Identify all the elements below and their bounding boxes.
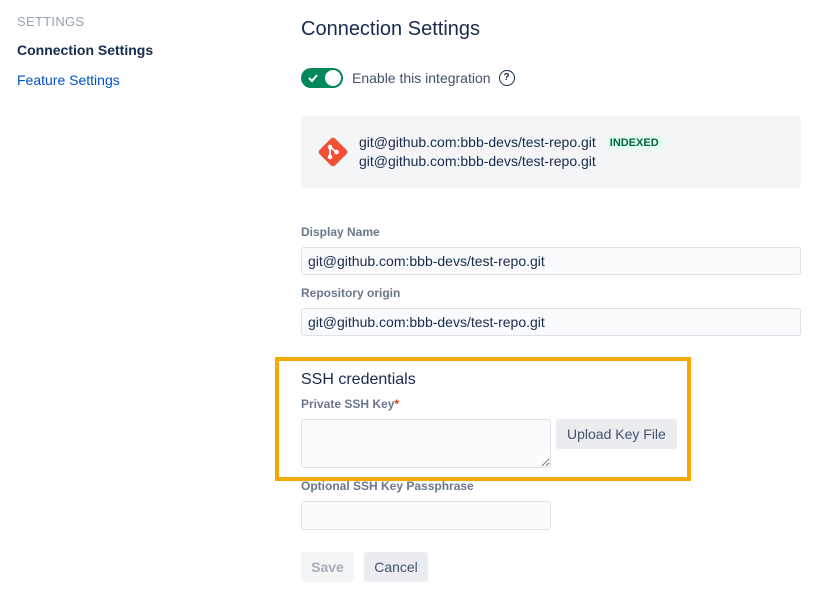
integration-toggle-row: Enable this integration ?	[301, 68, 515, 88]
ssh-passphrase-field[interactable]	[301, 501, 551, 530]
help-circle-icon[interactable]: ?	[498, 70, 515, 86]
repo-card: git@github.com:bbb-devs/test-repo.git IND…	[301, 116, 801, 188]
repository-origin-label: Repository origin	[301, 286, 401, 300]
upload-key-file-button[interactable]: Upload Key File	[556, 419, 677, 449]
git-logo-icon	[318, 137, 348, 167]
sidebar-item-feature-settings[interactable]: Feature Settings	[17, 72, 257, 88]
display-name-field[interactable]	[301, 247, 801, 275]
repo-name-text: git@github.com:bbb-devs/test-repo.git	[359, 134, 596, 150]
display-name-label: Display Name	[301, 225, 380, 239]
repo-name: git@github.com:bbb-devs/test-repo.git IND…	[359, 134, 663, 150]
private-ssh-key-label: Private SSH Key*	[301, 397, 399, 411]
repo-origin-text: git@github.com:bbb-devs/test-repo.git	[359, 153, 596, 169]
enable-integration-toggle[interactable]	[301, 68, 343, 88]
toggle-label: Enable this integration	[352, 70, 491, 86]
sidebar-heading: SETTINGS	[17, 14, 85, 29]
toggle-knob	[325, 70, 341, 86]
repository-origin-field[interactable]	[301, 308, 801, 336]
status-badge: INDEXED	[605, 136, 663, 150]
private-ssh-key-label-text: Private SSH Key	[301, 397, 395, 411]
ssh-credentials-title: SSH credentials	[301, 371, 416, 388]
sidebar-item-connection-settings[interactable]: Connection Settings	[17, 42, 257, 58]
page-title: Connection Settings	[301, 18, 481, 40]
ssh-passphrase-label: Optional SSH Key Passphrase	[301, 479, 474, 493]
cancel-button[interactable]: Cancel	[364, 552, 428, 582]
required-marker: *	[394, 397, 400, 411]
private-ssh-key-field[interactable]	[301, 419, 551, 468]
save-button[interactable]: Save	[301, 552, 354, 582]
check-icon	[308, 74, 318, 83]
settings-sidebar: SETTINGS Connection Settings Feature Set…	[17, 14, 257, 102]
